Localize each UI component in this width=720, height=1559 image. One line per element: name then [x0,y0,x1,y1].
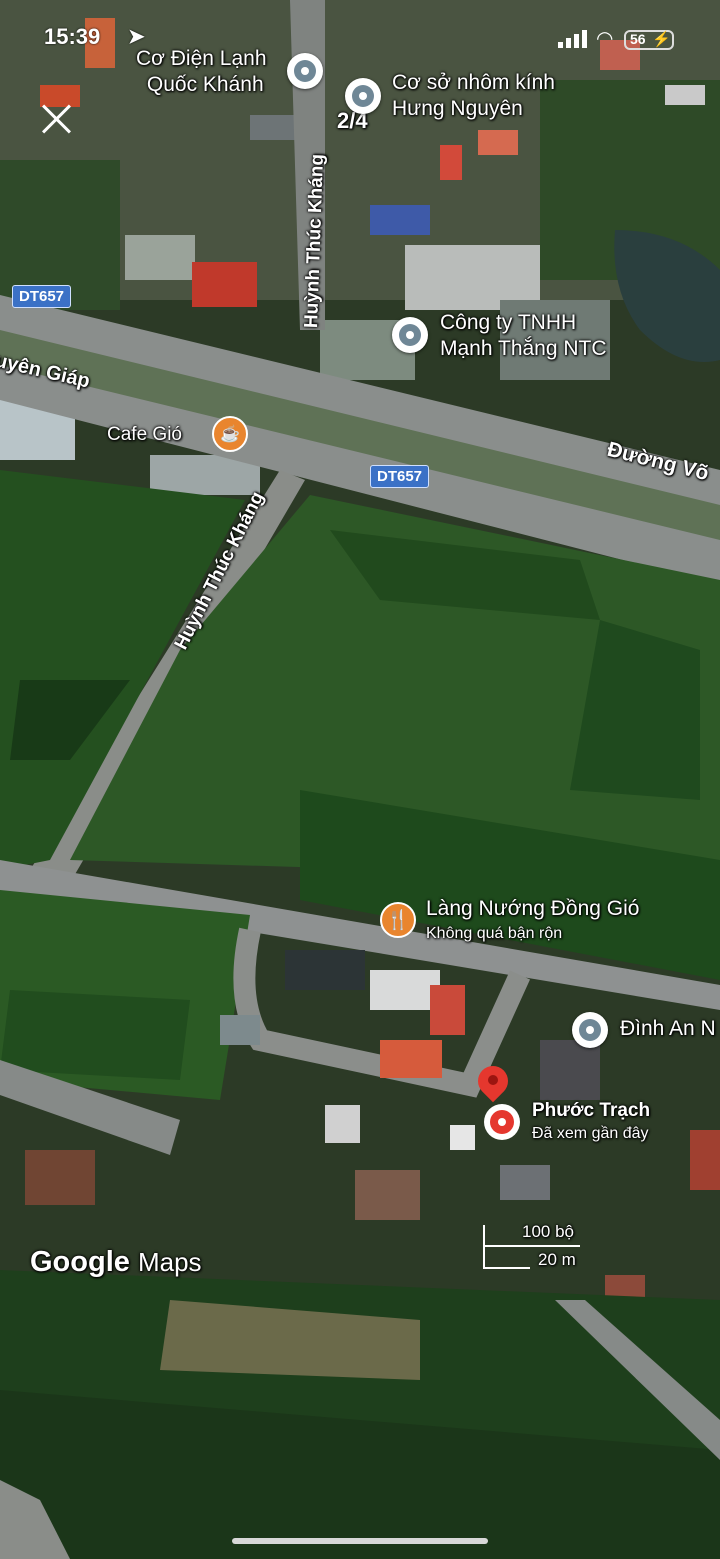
road-badge-dt657: DT657 [370,465,430,488]
restaurant-icon[interactable]: 🍴 [380,902,416,938]
poi-label-lang-nuong[interactable]: Làng Nướng Đồng Gió Không quá bận rộn [426,896,639,944]
poi-label-co-dien-lanh[interactable]: Cơ Điện Lạnh Quốc Khánh [136,46,267,98]
poi-label-phuoc-trach[interactable]: Phước Trạch Đã xem gần đây [532,1098,650,1144]
logo-brand: Google [30,1246,130,1278]
logo-product: Maps [137,1247,202,1277]
poi-line2: Mạnh Thắng NTC [440,337,607,360]
poi-label-dinh[interactable]: Đình An N [620,1016,716,1042]
poi-recent-note: Đã xem gần đây [532,1125,649,1142]
satellite-map[interactable] [0,0,720,1559]
battery-icon: 56 ⚡ [624,30,674,50]
poi-name: Phước Trạch [532,1100,651,1121]
poi-label-cafe-gio[interactable]: Cafe Gió [107,422,182,448]
cafe-icon[interactable]: ☕ [212,416,248,452]
google-maps-logo: Google Maps [30,1246,202,1279]
poi-line1: Cơ Điện Lạnh [136,47,267,70]
scale-meters-label: 20 m [538,1250,576,1269]
place-pin-icon[interactable] [572,1012,608,1048]
road-badge-dt657: DT657 [12,285,72,308]
wifi-icon: ◠ [596,28,614,50]
poi-label-cong-ty[interactable]: Công ty TNHH Mạnh Thắng NTC [440,310,607,362]
poi-line2: Hưng Nguyên [392,97,523,120]
poi-line2: Quốc Khánh [146,73,264,96]
battery-level: 56 [630,31,646,47]
poi-name: Làng Nướng Đồng Gió [426,897,640,920]
poi-label-co-so-nhom-kinh[interactable]: Cơ sở nhôm kính Hưng Nguyên [392,70,555,122]
close-icon[interactable] [40,102,74,136]
current-place-marker[interactable] [484,1104,520,1140]
signal-icon [558,30,588,48]
scale-feet-label: 100 bộ [522,1222,574,1241]
poi-line1: Công ty TNHH [440,311,577,334]
place-pin-icon[interactable] [392,317,428,353]
poi-busy-status: Không quá bận rộn [426,925,563,942]
charging-icon: ⚡ [652,31,671,48]
place-pin-icon[interactable] [287,53,323,89]
status-time: 15:39 [44,24,101,49]
poi-line1: Cơ sở nhôm kính [392,71,555,94]
place-pin-icon[interactable] [345,78,381,114]
